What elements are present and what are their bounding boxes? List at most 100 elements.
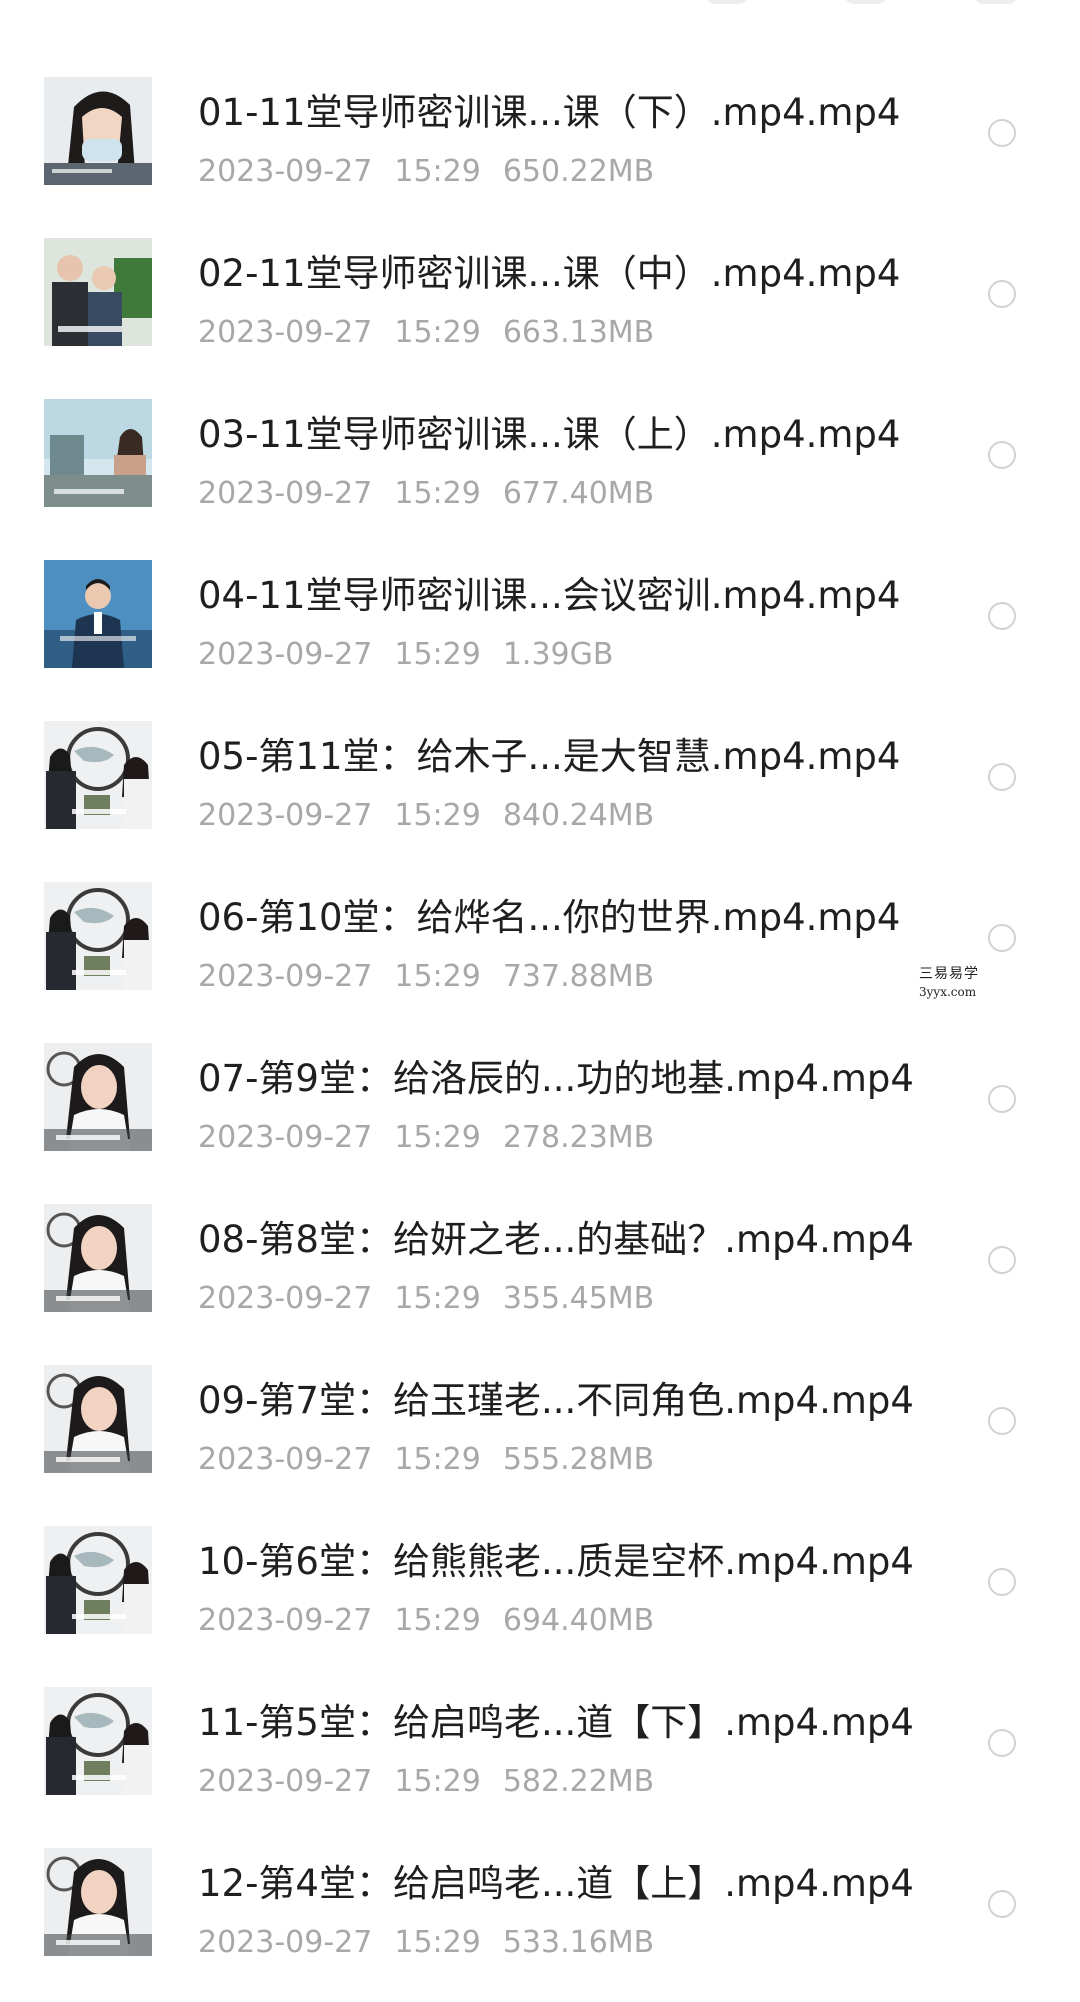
file-size: 555.28MB [502, 1442, 655, 1477]
top-toolbar-remnant [0, 0, 1080, 8]
file-time: 15:29 [394, 1281, 481, 1316]
file-date: 2023-09-27 [198, 798, 373, 833]
file-row[interactable]: 09-第7堂：给玉瑾老...不同角色.mp4.mp4 2023-09-27 15:2… [0, 1358, 1080, 1519]
file-meta: 2023-09-27 15:29 694.40MB [198, 1603, 654, 1639]
file-row[interactable]: 05-第11堂：给木子...是大智慧.mp4.mp4 2023-09-27 15:2… [0, 714, 1080, 875]
file-row[interactable]: 07-第9堂：给洛辰的...功的地基.mp4.mp4 2023-09-27 15:2… [0, 1036, 1080, 1197]
select-radio[interactable] [988, 1246, 1016, 1274]
file-date: 2023-09-27 [198, 1442, 373, 1477]
select-radio[interactable] [988, 1407, 1016, 1435]
file-meta: 2023-09-27 15:29 555.28MB [198, 1442, 654, 1478]
file-meta: 2023-09-27 15:29 355.45MB [198, 1281, 654, 1317]
file-date: 2023-09-27 [198, 1925, 373, 1960]
file-meta: 2023-09-27 15:29 582.22MB [198, 1764, 654, 1800]
file-name: 06-第10堂：给烨名...你的世界.mp4.mp4 [198, 896, 901, 939]
file-date: 2023-09-27 [198, 154, 373, 189]
file-time: 15:29 [394, 1120, 481, 1155]
file-time: 15:29 [394, 1442, 481, 1477]
file-list: 01-11堂导师密训课...课（下）.mp4.mp4 2023-09-27 15:2… [0, 70, 1080, 2002]
video-thumbnail [44, 882, 152, 990]
toolbar-icon [973, 0, 1019, 4]
file-name: 07-第9堂：给洛辰的...功的地基.mp4.mp4 [198, 1057, 914, 1100]
file-meta: 2023-09-27 15:29 737.88MB [198, 959, 654, 995]
video-thumbnail [44, 77, 152, 185]
video-thumbnail [44, 1043, 152, 1151]
select-radio[interactable] [988, 1085, 1016, 1113]
file-row[interactable]: 02-11堂导师密训课...课（中）.mp4.mp4 2023-09-27 15:2… [0, 231, 1080, 392]
file-name: 04-11堂导师密训课...会议密训.mp4.mp4 [198, 574, 901, 617]
file-name: 12-第4堂：给启鸣老...道【上】.mp4.mp4 [198, 1862, 914, 1905]
file-name: 11-第5堂：给启鸣老...道【下】.mp4.mp4 [198, 1701, 914, 1744]
file-date: 2023-09-27 [198, 315, 373, 350]
file-name: 05-第11堂：给木子...是大智慧.mp4.mp4 [198, 735, 901, 778]
file-row[interactable]: 01-11堂导师密训课...课（下）.mp4.mp4 2023-09-27 15:2… [0, 70, 1080, 231]
select-radio[interactable] [988, 1729, 1016, 1757]
file-row[interactable]: 08-第8堂：给妍之老...的基础？.mp4.mp4 2023-09-27 15:2… [0, 1197, 1080, 1358]
file-time: 15:29 [394, 1603, 481, 1638]
video-thumbnail [44, 1848, 152, 1956]
watermark-line2: 3yyx.com [919, 985, 977, 999]
select-radio[interactable] [988, 1890, 1016, 1918]
file-meta: 2023-09-27 15:29 840.24MB [198, 798, 654, 834]
watermark-line1: 三易易学 [919, 966, 979, 982]
file-row[interactable]: 11-第5堂：给启鸣老...道【下】.mp4.mp4 2023-09-27 15:2… [0, 1680, 1080, 1841]
file-time: 15:29 [394, 959, 481, 994]
file-time: 15:29 [394, 154, 481, 189]
select-radio[interactable] [988, 924, 1016, 952]
video-thumbnail [44, 721, 152, 829]
select-radio[interactable] [988, 280, 1016, 308]
toolbar-icon [843, 0, 889, 4]
file-name: 03-11堂导师密训课...课（上）.mp4.mp4 [198, 413, 901, 456]
file-meta: 2023-09-27 15:29 278.23MB [198, 1120, 654, 1156]
video-thumbnail [44, 238, 152, 346]
file-meta: 2023-09-27 15:29 533.16MB [198, 1925, 654, 1961]
file-date: 2023-09-27 [198, 1120, 373, 1155]
file-size: 582.22MB [502, 1764, 655, 1799]
file-name: 01-11堂导师密训课...课（下）.mp4.mp4 [198, 91, 901, 134]
video-thumbnail [44, 1204, 152, 1312]
select-radio[interactable] [988, 119, 1016, 147]
file-date: 2023-09-27 [198, 637, 373, 672]
file-meta: 2023-09-27 15:29 1.39GB [198, 637, 613, 673]
file-name: 09-第7堂：给玉瑾老...不同角色.mp4.mp4 [198, 1379, 914, 1422]
file-size: 694.40MB [502, 1603, 655, 1638]
file-date: 2023-09-27 [198, 476, 373, 511]
file-time: 15:29 [394, 315, 481, 350]
file-date: 2023-09-27 [198, 959, 373, 994]
file-date: 2023-09-27 [198, 1281, 373, 1316]
watermark: 三易易学 3yyx.com [823, 953, 1073, 1009]
file-size: 278.23MB [502, 1120, 655, 1155]
file-time: 15:29 [394, 476, 481, 511]
video-thumbnail [44, 1526, 152, 1634]
toolbar-icon [704, 0, 750, 4]
video-thumbnail [44, 1687, 152, 1795]
file-meta: 2023-09-27 15:29 677.40MB [198, 476, 654, 512]
file-name: 08-第8堂：给妍之老...的基础？.mp4.mp4 [198, 1218, 914, 1261]
video-thumbnail [44, 560, 152, 668]
file-meta: 2023-09-27 15:29 663.13MB [198, 315, 654, 351]
file-size: 663.13MB [502, 315, 655, 350]
file-date: 2023-09-27 [198, 1764, 373, 1799]
select-radio[interactable] [988, 441, 1016, 469]
file-row[interactable]: 10-第6堂：给熊熊老...质是空杯.mp4.mp4 2023-09-27 15:2… [0, 1519, 1080, 1680]
select-radio[interactable] [988, 602, 1016, 630]
file-time: 15:29 [394, 1764, 481, 1799]
video-thumbnail [44, 1365, 152, 1473]
file-size: 737.88MB [502, 959, 655, 994]
select-radio[interactable] [988, 763, 1016, 791]
file-size: 355.45MB [502, 1281, 655, 1316]
select-radio[interactable] [988, 1568, 1016, 1596]
file-time: 15:29 [394, 798, 481, 833]
file-meta: 2023-09-27 15:29 650.22MB [198, 154, 654, 190]
file-time: 15:29 [394, 637, 481, 672]
file-time: 15:29 [394, 1925, 481, 1960]
file-size: 533.16MB [502, 1925, 655, 1960]
video-thumbnail [44, 399, 152, 507]
file-size: 677.40MB [502, 476, 655, 511]
file-size: 1.39GB [502, 637, 614, 672]
file-row[interactable]: 12-第4堂：给启鸣老...道【上】.mp4.mp4 2023-09-27 15:2… [0, 1841, 1080, 2002]
file-row[interactable]: 04-11堂导师密训课...会议密训.mp4.mp4 2023-09-27 15:2… [0, 553, 1080, 714]
file-name: 02-11堂导师密训课...课（中）.mp4.mp4 [198, 252, 901, 295]
file-row[interactable]: 03-11堂导师密训课...课（上）.mp4.mp4 2023-09-27 15:2… [0, 392, 1080, 553]
file-date: 2023-09-27 [198, 1603, 373, 1638]
